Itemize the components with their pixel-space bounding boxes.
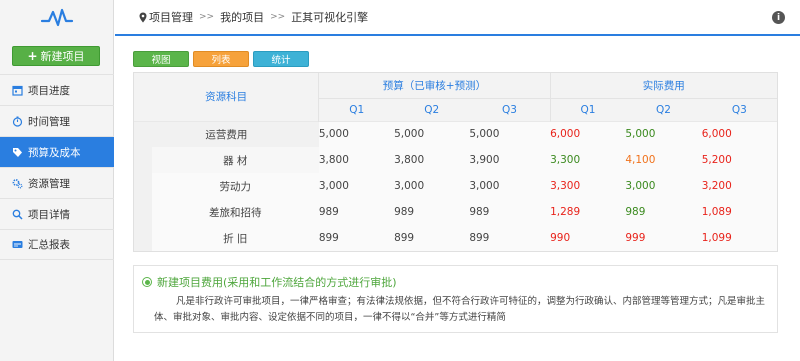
view-tabs: 视图 列表 统计 bbox=[133, 51, 313, 67]
calendar-icon bbox=[11, 84, 23, 96]
column-header-quarter: Q1 bbox=[318, 97, 395, 121]
actual-cell: 990 bbox=[550, 232, 571, 244]
budget-cell: 3,900 bbox=[469, 154, 500, 166]
pulse-logo-icon bbox=[40, 8, 73, 27]
sidebar-item-label: 项目详情 bbox=[28, 208, 70, 221]
table-row: 折 旧 899 899 899 990 999 1,099 bbox=[134, 225, 777, 251]
table-row: 劳动力 3,000 3,000 3,000 3,300 3,000 3,200 bbox=[134, 173, 777, 199]
sidebar-item-label: 项目进度 bbox=[28, 84, 70, 97]
budget-cell: 5,000 bbox=[318, 120, 395, 147]
actual-cell: 1,289 bbox=[550, 206, 581, 218]
sidebar-menu: 项目进度 时间管理 预算及成本 资源管理 项目详情 汇总报表 bbox=[0, 74, 114, 260]
column-header-quarter: Q1 bbox=[550, 97, 626, 121]
column-header-actual: 实际费用 bbox=[550, 73, 777, 98]
budget-cell: 3,000 bbox=[318, 180, 349, 192]
actual-cell: 999 bbox=[625, 232, 646, 244]
budget-cell: 899 bbox=[469, 232, 490, 244]
sidebar-item-label: 汇总报表 bbox=[28, 239, 70, 251]
row-label: 劳动力 bbox=[219, 180, 252, 193]
plus-icon: + bbox=[27, 49, 38, 63]
breadcrumb-separator: >> bbox=[199, 12, 215, 22]
sidebar: + 新建项目 项目进度 时间管理 预算及成本 资源管理 项目详情 汇总报表 bbox=[0, 0, 114, 361]
budget-cell: 3,800 bbox=[394, 154, 425, 166]
sidebar-item-time[interactable]: 时间管理 bbox=[0, 105, 114, 136]
note-title[interactable]: 新建项目费用(采用和工作流结合的方式进行审批) bbox=[142, 274, 397, 290]
note-body: 凡是非行政许可审批项目，一律严格审查；有法律法规依据，但不符合行政许可特征的，调… bbox=[154, 296, 766, 323]
approval-note: 新建项目费用(采用和工作流结合的方式进行审批) 凡是非行政许可审批项目，一律严格… bbox=[133, 265, 778, 333]
info-icon[interactable]: i bbox=[772, 11, 785, 24]
sidebar-item-label: 预算及成本 bbox=[28, 146, 81, 159]
table-row: 差旅和招待 989 989 989 1,289 989 1,089 bbox=[134, 199, 777, 225]
breadcrumb: 项目管理 >> 我的项目 >> 正其可视化引擎 i bbox=[115, 0, 800, 36]
column-header-source: 资源科目 bbox=[134, 73, 320, 121]
tab-stats[interactable]: 统计 bbox=[253, 51, 309, 67]
budget-cell: 989 bbox=[394, 206, 415, 218]
row-label: 器 材 bbox=[151, 147, 319, 173]
budget-cell: 3,800 bbox=[318, 154, 349, 166]
actual-cell: 1,089 bbox=[701, 206, 732, 218]
budget-cell: 5,000 bbox=[469, 120, 551, 147]
budget-cell: 989 bbox=[318, 206, 339, 218]
budget-cell: 899 bbox=[318, 232, 339, 244]
table-row: 运营费用 5,000 5,000 5,000 6,000 5,000 6,000 bbox=[134, 120, 777, 147]
column-header-quarter: Q3 bbox=[469, 97, 551, 121]
column-header-budget: 预算（已审核+预测） bbox=[318, 73, 551, 98]
card-icon bbox=[11, 239, 23, 251]
column-header-quarter: Q2 bbox=[394, 97, 470, 121]
column-header-quarter: Q3 bbox=[701, 97, 777, 121]
row-indent bbox=[134, 147, 152, 173]
row-label: 折 旧 bbox=[223, 232, 248, 245]
breadcrumb-item: 正其可视化引擎 bbox=[291, 11, 369, 24]
search-icon bbox=[11, 208, 23, 220]
actual-cell: 3,200 bbox=[701, 180, 732, 192]
new-project-button[interactable]: + 新建项目 bbox=[12, 46, 100, 66]
row-indent bbox=[134, 173, 152, 199]
table-row: 器 材 3,800 3,800 3,900 3,300 4,100 5,200 bbox=[134, 147, 777, 173]
tab-view[interactable]: 视图 bbox=[133, 51, 189, 67]
actual-cell: 3,300 bbox=[550, 154, 581, 166]
budget-cell: 899 bbox=[394, 232, 415, 244]
actual-cell: 3,000 bbox=[625, 180, 656, 192]
gears-icon bbox=[11, 177, 23, 189]
budget-cell: 5,000 bbox=[394, 120, 470, 147]
budget-cell: 3,000 bbox=[469, 180, 500, 192]
sidebar-item-reports[interactable]: 汇总报表 bbox=[0, 229, 114, 260]
sidebar-item-label: 资源管理 bbox=[28, 177, 70, 190]
budget-cell: 3,000 bbox=[394, 180, 425, 192]
row-indent bbox=[134, 199, 152, 225]
actual-cell: 1,099 bbox=[701, 232, 732, 244]
breadcrumb-item[interactable]: 项目管理 bbox=[149, 9, 193, 25]
row-label: 差旅和招待 bbox=[209, 206, 262, 219]
tab-list[interactable]: 列表 bbox=[193, 51, 249, 67]
breadcrumb-separator: >> bbox=[270, 12, 286, 22]
note-title-text: 新建项目费用(采用和工作流结合的方式进行审批) bbox=[157, 276, 397, 289]
sidebar-item-label: 时间管理 bbox=[28, 115, 70, 128]
sidebar-item-budget[interactable]: 预算及成本 bbox=[0, 136, 114, 167]
actual-cell: 5,200 bbox=[701, 154, 732, 166]
stopwatch-icon bbox=[11, 115, 23, 127]
sidebar-item-details[interactable]: 项目详情 bbox=[0, 198, 114, 229]
actual-cell: 5,000 bbox=[625, 120, 702, 147]
budget-table: 资源科目 预算（已审核+预测） 实际费用 Q1 Q2 Q3 Q1 Q2 Q3 运… bbox=[133, 72, 778, 252]
sidebar-item-progress[interactable]: 项目进度 bbox=[0, 74, 114, 105]
actual-cell: 6,000 bbox=[550, 120, 626, 147]
radio-selected-icon bbox=[142, 277, 152, 287]
actual-cell: 989 bbox=[625, 206, 646, 218]
budget-cell: 989 bbox=[469, 206, 490, 218]
new-project-label: 新建项目 bbox=[40, 50, 85, 63]
column-header-quarter: Q2 bbox=[625, 97, 702, 121]
actual-cell: 6,000 bbox=[701, 120, 777, 147]
app-logo[interactable] bbox=[0, 0, 113, 36]
actual-cell: 3,300 bbox=[550, 180, 581, 192]
actual-cell: 4,100 bbox=[625, 154, 656, 166]
map-pin-icon bbox=[139, 12, 147, 23]
sidebar-item-resources[interactable]: 资源管理 bbox=[0, 167, 114, 198]
breadcrumb-item[interactable]: 我的项目 bbox=[220, 9, 264, 25]
tag-icon bbox=[11, 146, 23, 158]
row-indent bbox=[134, 225, 152, 251]
row-label: 运营费用 bbox=[134, 120, 319, 147]
